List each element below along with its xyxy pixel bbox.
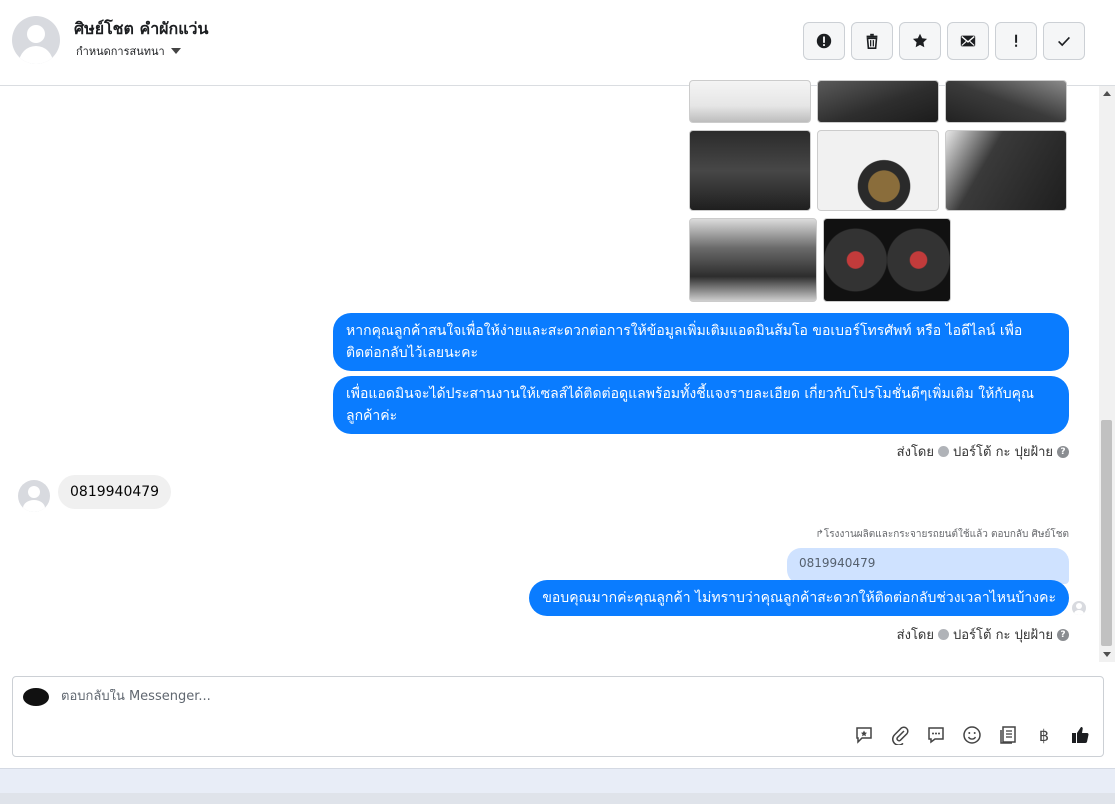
emoji-icon[interactable] xyxy=(961,724,983,746)
sent-by-agent: ปอร์โต้ กะ ปุยฝ้าย xyxy=(953,445,1053,460)
conversation-label-dropdown[interactable]: กำหนดการสนทนา xyxy=(76,42,181,60)
page-footer xyxy=(0,768,1115,804)
incoming-message[interactable]: 0819940479 xyxy=(58,475,172,509)
outgoing-message[interactable]: หากคุณลูกค้าสนใจเพื่อให้ง่ายและสะดวกต่อก… xyxy=(333,313,1069,371)
conversation-label-text: กำหนดการสนทนา xyxy=(76,45,165,58)
help-icon[interactable]: ? xyxy=(1057,628,1069,641)
seen-avatar xyxy=(1072,601,1086,615)
scrollbar-thumb[interactable] xyxy=(1101,420,1112,646)
photo-front-wheel[interactable] xyxy=(817,130,939,211)
mark-unread-button[interactable] xyxy=(947,22,989,60)
quick-reply-icon[interactable] xyxy=(925,724,947,746)
check-icon xyxy=(1058,36,1070,47)
sent-by-info: ส่งโดย ปอร์โต้ กะ ปุยฝ้าย ? xyxy=(897,624,1069,645)
like-icon[interactable] xyxy=(1069,724,1091,746)
important-button[interactable] xyxy=(995,22,1037,60)
saved-reply-icon[interactable] xyxy=(853,724,875,746)
quoted-message[interactable]: 0819940479 xyxy=(787,548,1069,584)
reply-input[interactable] xyxy=(61,689,821,704)
photo-engine-bay[interactable] xyxy=(689,218,817,302)
agent-badge-icon xyxy=(938,446,949,457)
conversation-header: ศิษย์โชต คำผักแว่น กำหนดการสนทนา xyxy=(0,0,1115,86)
scroll-up-arrow-icon[interactable] xyxy=(1103,91,1111,96)
photo-car-exterior[interactable] xyxy=(689,80,811,123)
star-button[interactable] xyxy=(899,22,941,60)
reply-composer: ฿ xyxy=(12,676,1104,757)
photo-rear-seats[interactable] xyxy=(689,130,811,211)
contact-avatar[interactable] xyxy=(12,16,60,64)
composer-toolbar: ฿ xyxy=(853,724,1091,746)
catalog-icon[interactable] xyxy=(997,724,1019,746)
envelope-icon xyxy=(960,35,976,47)
sent-by-prefix: ส่งโดย xyxy=(896,445,934,460)
baht-icon[interactable]: ฿ xyxy=(1033,724,1055,746)
photo-door-panel[interactable] xyxy=(945,130,1067,211)
customer-avatar xyxy=(18,480,50,512)
sent-by-prefix: ส่งโดย xyxy=(896,628,934,643)
message-scrollbar[interactable] xyxy=(1099,86,1115,662)
outgoing-message[interactable]: เพื่อแอดมินจะได้ประสานงานให้เซลส์ได้ติดต… xyxy=(333,376,1069,434)
spam-button[interactable] xyxy=(803,22,845,60)
help-icon[interactable]: ? xyxy=(1057,445,1069,458)
done-button[interactable] xyxy=(1043,22,1085,60)
trash-icon xyxy=(866,33,878,50)
conversation-toolbar xyxy=(803,22,1085,60)
attachment-icon[interactable] xyxy=(889,724,911,746)
photo-interior-gear[interactable] xyxy=(945,80,1067,123)
photo-dashboard-gauges[interactable] xyxy=(823,218,951,302)
agent-badge-icon xyxy=(938,629,949,640)
outgoing-message[interactable]: ขอบคุณมากค่ะคุณลูกค้า ไม่ทราบว่าคุณลูกค้… xyxy=(529,580,1069,616)
scroll-down-arrow-icon[interactable] xyxy=(1103,652,1111,657)
sent-by-info: ส่งโดย ปอร์โต้ กะ ปุยฝ้าย ? xyxy=(897,441,1069,462)
reply-context-note: ↱โรงงานผลิตและกระจายรถยนต์ใช้แล้ว ตอบกลั… xyxy=(815,529,1069,540)
photo-interior-console[interactable] xyxy=(817,80,939,123)
page-logo xyxy=(23,688,49,706)
caret-down-icon xyxy=(170,48,181,54)
star-icon xyxy=(912,33,928,48)
contact-name[interactable]: ศิษย์โชต คำผักแว่น xyxy=(74,17,208,42)
alert-circle-icon xyxy=(816,33,832,49)
sent-by-agent: ปอร์โต้ กะ ปุยฝ้าย xyxy=(953,628,1053,643)
exclamation-icon xyxy=(1015,34,1018,47)
delete-button[interactable] xyxy=(851,22,893,60)
